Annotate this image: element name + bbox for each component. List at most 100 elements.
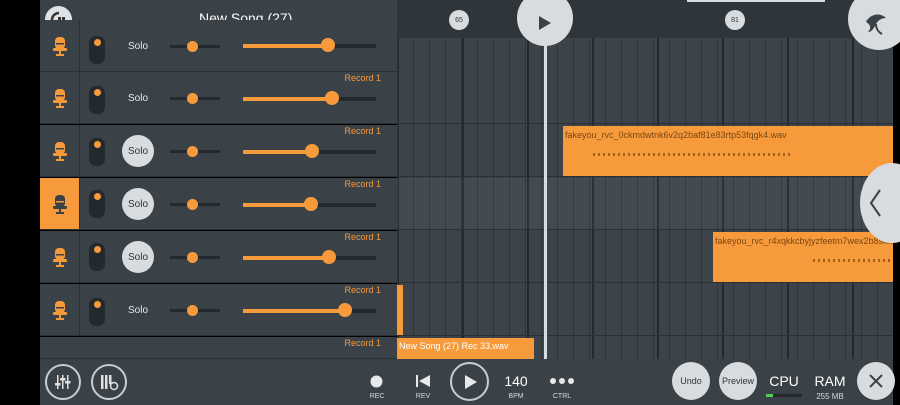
rev-label: REV (415, 393, 431, 400)
playlist-lane[interactable] (397, 72, 893, 124)
track-name[interactable]: Record 1 (344, 285, 381, 295)
pan-slider[interactable] (170, 93, 220, 104)
volume-slider[interactable] (243, 38, 376, 52)
pan-thumb[interactable] (187, 305, 198, 316)
pan-slider[interactable] (170, 146, 220, 157)
piano-settings-icon (101, 375, 119, 391)
solo-button[interactable]: Solo (122, 188, 154, 220)
track-row: Solo Record 1 (40, 125, 397, 177)
close-icon (869, 374, 883, 388)
pan-thumb[interactable] (187, 93, 198, 104)
bpm-label: BPM (508, 393, 524, 400)
track-mic-cell[interactable] (40, 20, 80, 71)
undo-label: Undo (680, 376, 702, 386)
track-name[interactable]: Record 1 (344, 73, 381, 83)
solo-label: Solo (127, 304, 148, 316)
solo-button[interactable]: Solo (122, 82, 154, 114)
piano-roll-button[interactable] (91, 364, 127, 400)
clip-waveform (593, 153, 793, 156)
volume-thumb[interactable] (325, 91, 340, 105)
volume-slider[interactable] (243, 303, 376, 317)
mixer-button[interactable] (45, 364, 81, 400)
audio-clip[interactable]: fakeyou_rvc_r4xqkkcbyjyzfeetm7wex2b8sk..… (713, 232, 893, 282)
track-name[interactable]: Record 1 (344, 179, 381, 189)
volume-thumb[interactable] (321, 38, 336, 52)
volume-slider[interactable] (243, 250, 376, 264)
pan-slider[interactable] (170, 252, 220, 263)
fl-studio-mobile-app: New Song (27) Solo Solo Record 1 Solo Re… (0, 0, 900, 405)
track-mute-knob[interactable] (89, 243, 105, 271)
audio-clip[interactable] (397, 285, 403, 335)
pan-thumb[interactable] (187, 41, 198, 52)
loop-region[interactable] (687, 0, 825, 2)
ram-label: RAM (814, 373, 846, 389)
audio-clip[interactable]: New Song (27) Rec 33.wav (397, 338, 534, 359)
track-mute-knob[interactable] (89, 36, 105, 64)
more-button[interactable] (548, 371, 576, 391)
track-mic-cell[interactable] (40, 178, 80, 229)
pan-slider[interactable] (170, 41, 220, 52)
volume-thumb[interactable] (338, 303, 353, 317)
track-mic-cell[interactable] (40, 72, 80, 123)
close-button[interactable] (857, 362, 895, 400)
bar-marker[interactable]: 81 (725, 10, 745, 30)
timeline-ruler[interactable]: 65 81 (397, 0, 893, 38)
microphone-icon (52, 141, 67, 161)
track-mute-knob[interactable] (89, 298, 105, 326)
ctrl-label: CTRL (552, 393, 572, 400)
playhead-line[interactable] (544, 0, 547, 359)
track-mute-knob[interactable] (89, 86, 105, 114)
rewind-button[interactable] (413, 371, 433, 391)
solo-label: Solo (127, 92, 148, 104)
pan-thumb[interactable] (187, 252, 198, 263)
solo-button[interactable]: Solo (122, 294, 154, 326)
track-row: Solo Record 1 (40, 178, 397, 230)
pan-slider[interactable] (170, 199, 220, 210)
track-mic-cell[interactable] (40, 231, 80, 282)
track-row: Solo Record 1 (40, 231, 397, 283)
knob-indicator (94, 246, 101, 253)
volume-slider[interactable] (243, 197, 376, 211)
volume-fill (243, 203, 311, 207)
record-button[interactable] (366, 371, 386, 391)
microphone-icon (52, 247, 67, 267)
microphone-icon (52, 300, 67, 320)
track-mic-cell[interactable] (40, 125, 80, 176)
preview-button[interactable]: Preview (719, 362, 757, 400)
volume-fill (243, 309, 346, 313)
bar-marker[interactable]: 65 (449, 10, 469, 30)
track-mute-knob[interactable] (89, 190, 105, 218)
rec-label: REC (369, 393, 385, 400)
volume-fill (243, 150, 313, 154)
track-name[interactable]: Record 1 (344, 126, 381, 136)
cpu-meter (766, 394, 802, 397)
playlist-lane[interactable] (397, 178, 893, 230)
cpu-meter-fill (766, 394, 774, 397)
track-name[interactable]: Record 1 (344, 338, 381, 348)
undo-button[interactable]: Undo (672, 362, 710, 400)
volume-thumb[interactable] (322, 250, 337, 264)
solo-label: Solo (127, 40, 148, 52)
cpu-label: CPU (769, 373, 799, 389)
solo-button[interactable]: Solo (122, 30, 154, 62)
volume-slider[interactable] (243, 144, 376, 158)
bar-number: 65 (455, 16, 463, 24)
skip-back-icon (416, 375, 430, 387)
volume-thumb[interactable] (303, 197, 318, 211)
clip-label: fakeyou_rvc_r4xqkkcbyjyzfeetm7wex2b8sk..… (715, 236, 893, 246)
track-name[interactable]: Record 1 (344, 232, 381, 242)
audio-clip[interactable]: fakeyou_rvc_0ckmdwtnk6v2q2baf81e83rtp53f… (563, 126, 893, 176)
playlist-grid[interactable]: 65 81 fakeyou_rvc_0ckmdwtnk6v2q2baf81e83… (397, 0, 893, 359)
volume-thumb[interactable] (305, 144, 320, 158)
volume-slider[interactable] (243, 91, 376, 105)
track-mute-knob[interactable] (89, 138, 105, 166)
bpm-value[interactable]: 140 (491, 373, 541, 389)
track-mic-cell[interactable] (40, 284, 80, 335)
play-button[interactable] (450, 362, 489, 401)
playlist-lane[interactable] (397, 284, 893, 336)
pan-thumb[interactable] (187, 199, 198, 210)
pan-slider[interactable] (170, 305, 220, 316)
pan-thumb[interactable] (187, 146, 198, 157)
solo-button[interactable]: Solo (122, 135, 154, 167)
solo-button[interactable]: Solo (122, 241, 154, 273)
